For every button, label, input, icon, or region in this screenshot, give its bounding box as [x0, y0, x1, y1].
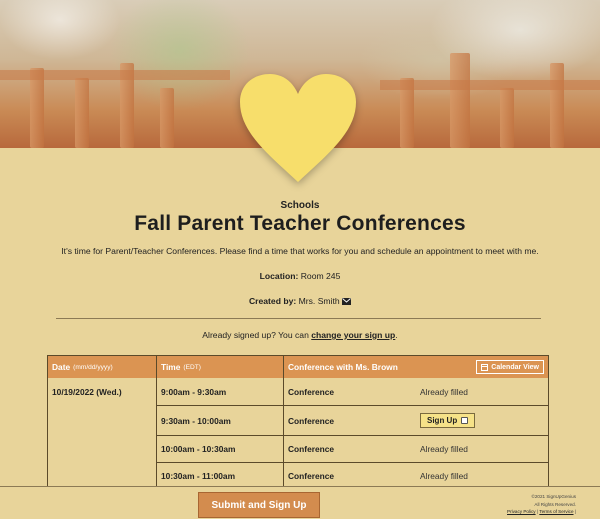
already-signed-suffix: .: [395, 330, 398, 340]
page-title: Fall Parent Teacher Conferences: [134, 212, 466, 235]
sticky-footer: Submit and Sign Up ©2021 SignUpGenius Al…: [0, 486, 600, 519]
status-filled: Already filled: [420, 444, 468, 454]
col-slot-header: Conference with Ms. Brown Calendar View: [284, 356, 548, 378]
status-filled: Already filled: [420, 470, 468, 481]
slot-cell: Conference: [288, 415, 335, 426]
table-row: 10:00am - 10:30am Conference Already fil…: [157, 436, 548, 463]
slot-rows: 9:00am - 9:30am Conference Already fille…: [157, 378, 548, 489]
sign-up-button[interactable]: Sign Up: [420, 413, 476, 428]
col-time-header: Time (EDT): [157, 356, 284, 378]
calendar-icon: [481, 363, 489, 371]
divider: [56, 318, 541, 319]
location-label: Location:: [259, 271, 299, 281]
slot-cell: Conference: [288, 386, 335, 397]
created-by-value: Mrs. Smith: [298, 296, 340, 306]
checkbox-icon[interactable]: [461, 417, 469, 424]
rights-text: All Rights Reserved.: [534, 501, 576, 507]
time-cell: 9:30am - 10:00am: [157, 406, 284, 435]
slot-cell: Conference: [288, 444, 335, 454]
submit-signup-button[interactable]: Submit and Sign Up: [198, 492, 320, 518]
signup-table: Date (mm/dd/yyyy) Time (EDT) Conference …: [47, 355, 549, 489]
date-cell: 10/19/2022 (Wed.): [48, 378, 157, 489]
copyright-text: ©2021 SignUpGenius: [531, 494, 576, 499]
created-by-line: Created by: Mrs. Smith: [0, 296, 600, 306]
footer-legal: ©2021 SignUpGenius All Rights Reserved. …: [507, 493, 576, 516]
location-line: Location: Room 245: [0, 271, 600, 281]
col-time-label: Time: [161, 362, 181, 372]
intro-text: It's time for Parent/Teacher Conferences…: [61, 246, 539, 256]
footer-separator: |: [536, 509, 539, 514]
terms-of-service-link[interactable]: Terms of Service: [539, 509, 573, 514]
slot-cell: Conference: [288, 470, 335, 481]
status-cell: Sign Up: [420, 406, 548, 435]
footer-links: Privacy Policy | Terms of Service |: [507, 508, 576, 516]
time-cell: 9:00am - 9:30am: [157, 378, 284, 405]
sign-up-label: Sign Up: [427, 416, 458, 425]
location-value: Room 245: [300, 271, 341, 281]
calendar-view-label: Calendar View: [491, 363, 539, 371]
footer-separator-2: |: [574, 509, 576, 514]
time-cell: 10:30am - 11:00am: [157, 463, 284, 488]
heart-icon: [240, 74, 356, 182]
col-date-header: Date (mm/dd/yyyy): [48, 356, 157, 378]
category-label: Schools: [280, 200, 320, 211]
table-row: 9:30am - 10:00am Conference Sign Up: [157, 406, 548, 436]
col-date-label: Date: [52, 362, 71, 372]
privacy-policy-link[interactable]: Privacy Policy: [507, 509, 536, 514]
change-signup-link[interactable]: change your sign up: [311, 330, 395, 340]
status-filled: Already filled: [420, 386, 468, 397]
time-cell: 10:00am - 10:30am: [157, 436, 284, 462]
envelope-icon[interactable]: [342, 298, 352, 305]
table-body: 10/19/2022 (Wed.) 9:00am - 9:30am Confer…: [48, 378, 548, 489]
already-signed-line: Already signed up? You can change your s…: [0, 330, 600, 340]
created-by-label: Created by:: [248, 296, 297, 306]
col-time-sub: (EDT): [183, 363, 201, 371]
col-date-sub: (mm/dd/yyyy): [73, 363, 113, 371]
col-slot-label: Conference with Ms. Brown: [288, 362, 398, 372]
table-header: Date (mm/dd/yyyy) Time (EDT) Conference …: [48, 356, 548, 378]
already-signed-text: Already signed up? You can: [202, 330, 309, 340]
table-row: 9:00am - 9:30am Conference Already fille…: [157, 378, 548, 406]
calendar-view-button[interactable]: Calendar View: [476, 360, 544, 374]
